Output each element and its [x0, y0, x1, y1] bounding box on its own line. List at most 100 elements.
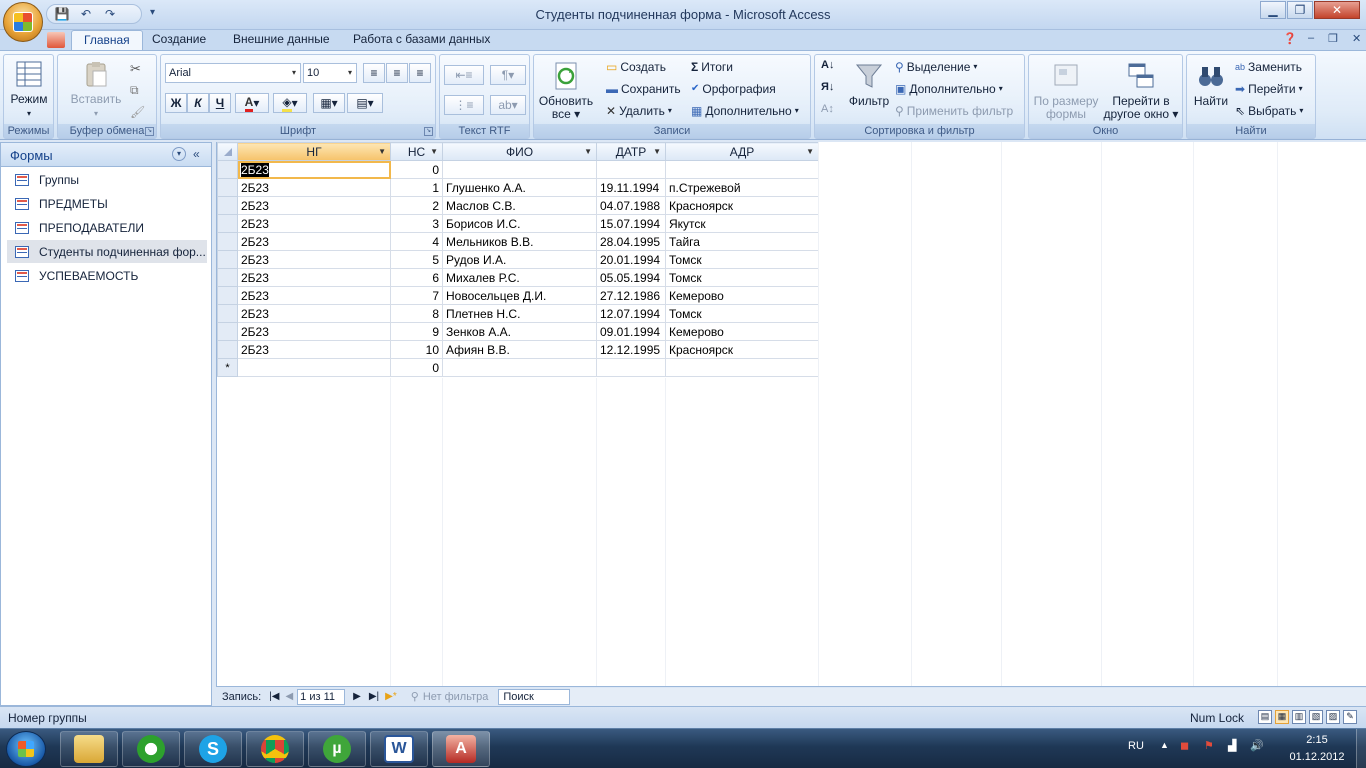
cell-fio[interactable]: Афиян В.В. [442, 340, 597, 359]
cell-datr[interactable]: 12.12.1995 [596, 340, 666, 359]
new-record-row[interactable]: * 0 [217, 358, 819, 377]
cell-ns[interactable]: 9 [390, 322, 443, 341]
table-row[interactable]: 2Б23 10 Афиян В.В. 12.12.1995 Красноярск [217, 340, 819, 359]
cell-ns[interactable]: 8 [390, 304, 443, 323]
tab-external-data[interactable]: Внешние данные [221, 30, 342, 50]
numbering-icon[interactable]: ⋮≡ [444, 95, 484, 115]
language-indicator[interactable]: RU [1128, 740, 1144, 752]
new-record-nav-icon[interactable]: ▶* [385, 691, 397, 702]
table-row[interactable]: 2Б23 2 Маслов С.В. 04.07.1988 Красноярск [217, 196, 819, 215]
prev-record-icon[interactable]: ◀ [285, 691, 293, 702]
cell-ns[interactable]: 2 [390, 196, 443, 215]
refresh-all-button[interactable]: Обновить все ▾ [536, 61, 596, 121]
row-selector[interactable] [217, 196, 238, 215]
row-selector[interactable] [217, 232, 238, 251]
selection-button[interactable]: ⚲ Выделение ▾ [895, 58, 977, 76]
filter-status[interactable]: Нет фильтра [423, 691, 489, 703]
cell-adr[interactable]: Кемерово [665, 322, 819, 341]
cell-datr[interactable]: 19.11.1994 [596, 178, 666, 197]
network-icon[interactable]: ▟ [1228, 739, 1236, 752]
cell-ng[interactable]: 2Б23 [237, 178, 391, 197]
horizontal-scrollbar[interactable] [570, 687, 1366, 706]
layout-view-icon[interactable]: ▨ [1326, 710, 1340, 724]
sort-asc-icon[interactable]: А↓ [821, 59, 834, 71]
pivot-chart-icon[interactable]: ▧ [1309, 710, 1323, 724]
cell-ns[interactable]: 7 [390, 286, 443, 305]
alt-fill-button[interactable]: ▤ ▾ [347, 93, 383, 113]
first-record-icon[interactable]: |◀ [269, 691, 279, 702]
goto-button[interactable]: ➡ Перейти ▾ [1235, 80, 1303, 98]
shutter-bar-icon[interactable]: « [193, 147, 200, 161]
advanced-filter-button[interactable]: ▣ Дополнительно ▾ [895, 80, 1003, 98]
next-record-icon[interactable]: ▶ [353, 691, 361, 702]
form-view-icon[interactable]: ▤ [1258, 710, 1272, 724]
cell-ng[interactable]: 2Б23 [237, 322, 391, 341]
format-painter-icon[interactable]: 🖌 [130, 105, 145, 119]
tab-create[interactable]: Создание [140, 30, 218, 50]
clipboard-launcher-icon[interactable]: ↘ [145, 127, 154, 136]
office-button[interactable] [3, 2, 43, 42]
last-record-icon[interactable]: ▶| [369, 691, 379, 702]
align-center-icon[interactable]: ≡ [386, 63, 408, 83]
cell-datr[interactable] [596, 160, 666, 179]
row-selector[interactable] [217, 340, 238, 359]
cell-fio[interactable]: Плетнев Н.С. [442, 304, 597, 323]
table-row[interactable]: 2Б23 5 Рудов И.А. 20.01.1994 Томск [217, 250, 819, 269]
new-row-marker[interactable]: * [217, 358, 238, 377]
new-cell-ng[interactable] [237, 358, 391, 377]
search-input[interactable]: Поиск [498, 688, 571, 705]
delete-record-button[interactable]: ✕ Удалить ▾ [606, 102, 672, 120]
cell-adr[interactable]: Кемерово [665, 286, 819, 305]
nav-item-groups[interactable]: Группы [7, 168, 207, 191]
design-view-icon[interactable]: ✎ [1343, 710, 1357, 724]
row-selector[interactable] [217, 322, 238, 341]
cell-adr[interactable]: Томск [665, 268, 819, 287]
new-record-button[interactable]: ▭ Создать [606, 58, 666, 76]
cell-fio[interactable]: Михалев Р.С. [442, 268, 597, 287]
cell-ns[interactable]: 4 [390, 232, 443, 251]
cell-adr[interactable]: п.Стрежевой [665, 178, 819, 197]
record-position-input[interactable]: 1 из 11 [297, 688, 346, 705]
taskbar-word[interactable]: W [370, 731, 428, 767]
table-row[interactable]: 2Б23 9 Зенков А.А. 09.01.1994 Кемерово [217, 322, 819, 341]
view-button[interactable]: Режим ▾ [8, 59, 50, 120]
cell-ns[interactable]: 6 [390, 268, 443, 287]
row-selector[interactable] [217, 160, 238, 179]
bold-button[interactable]: Ж [165, 93, 187, 113]
cell-ng[interactable]: 2Б23 [237, 268, 391, 287]
cell-ng[interactable]: 2Б23 [237, 232, 391, 251]
row-selector[interactable] [217, 178, 238, 197]
fit-to-form-button[interactable]: По размеру формы [1031, 61, 1101, 121]
table-row[interactable]: 2Б23 8 Плетнев Н.С. 12.07.1994 Томск [217, 304, 819, 323]
doc-close-icon[interactable]: ✕ [1352, 32, 1361, 45]
start-button[interactable] [6, 731, 46, 767]
underline-button[interactable]: Ч [209, 93, 231, 113]
cell-ns[interactable]: 5 [390, 250, 443, 269]
volume-icon[interactable]: 🔊 [1250, 739, 1264, 752]
clock-time[interactable]: 2:15 [1282, 734, 1352, 746]
action-center-icon[interactable]: ⚑ [1204, 739, 1214, 752]
cell-datr[interactable]: 09.01.1994 [596, 322, 666, 341]
cell-datr[interactable]: 20.01.1994 [596, 250, 666, 269]
italic-button[interactable]: К [187, 93, 209, 113]
copy-icon[interactable]: ⧉ [130, 83, 139, 98]
ltr-icon[interactable]: ¶▾ [490, 65, 526, 85]
row-selector[interactable] [217, 214, 238, 233]
nav-menu-icon[interactable]: ▾ [172, 147, 186, 161]
table-row[interactable]: 2Б23 4 Мельников В.В. 28.04.1995 Тайга [217, 232, 819, 251]
show-desktop-button[interactable] [1356, 729, 1366, 768]
new-cell-adr[interactable] [665, 358, 819, 377]
save-record-button[interactable]: ▬ Сохранить [606, 80, 681, 98]
cell-ng[interactable]: 2Б23 [237, 160, 391, 179]
decrease-indent-icon[interactable]: ⇤≡ [444, 65, 484, 85]
cell-datr[interactable]: 27.12.1986 [596, 286, 666, 305]
cell-ns[interactable]: 1 [390, 178, 443, 197]
doc-minimize-icon[interactable]: – [1308, 32, 1314, 44]
table-row[interactable]: 2Б23 1 Глушенко А.А. 19.11.1994 п.Стрежевой [217, 178, 819, 197]
cell-ng[interactable]: 2Б23 [237, 304, 391, 323]
replace-button[interactable]: ab Заменить [1235, 58, 1302, 76]
column-header-datr[interactable]: ДАТР ▼ [596, 142, 666, 161]
highlight-icon[interactable]: ab▾ [490, 95, 526, 115]
cell-ns[interactable]: 3 [390, 214, 443, 233]
new-cell-fio[interactable] [442, 358, 597, 377]
